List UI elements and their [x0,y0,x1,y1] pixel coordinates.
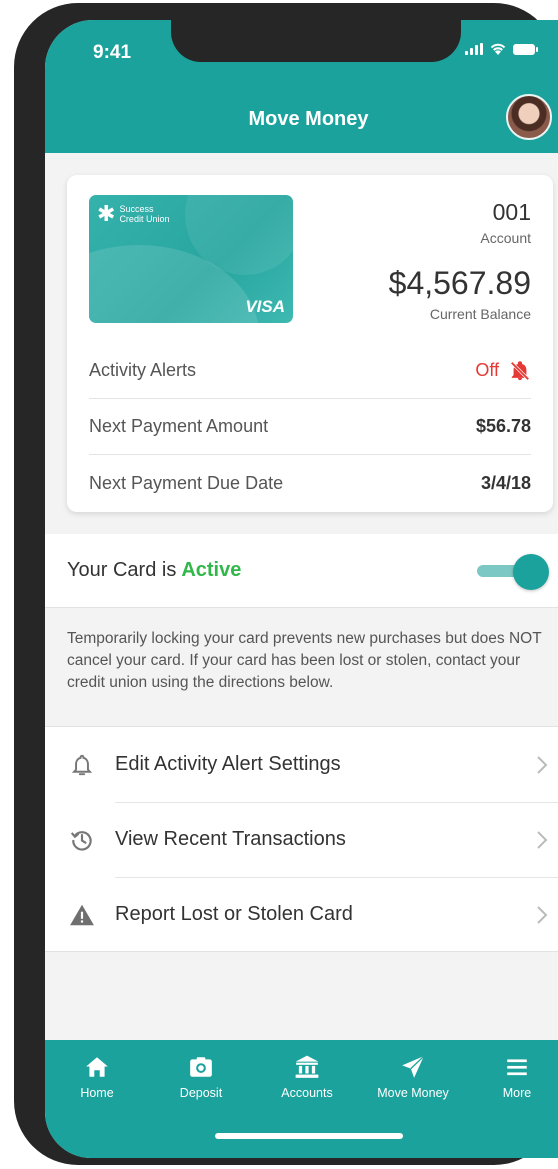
signal-icon [465,43,483,55]
card-status-state: Active [181,559,242,581]
send-icon [402,1055,425,1078]
activity-alerts-row[interactable]: Activity Alerts Off [89,343,531,399]
nav-label-accounts: Accounts [281,1086,333,1100]
nav-label-move-money: Move Money [377,1086,449,1100]
chevron-right-icon [537,830,548,849]
credit-union-logo: ✱ Success Credit Union [97,203,169,225]
home-indicator[interactable] [215,1133,403,1139]
star-logo-icon: ✱ [97,201,116,226]
nav-move-money[interactable]: Move Money [363,1054,463,1100]
account-number: 001 [492,199,531,225]
nav-label-home: Home [80,1086,114,1100]
menu-item-recent-transactions[interactable]: View Recent Transactions [45,802,558,877]
wifi-icon [490,43,506,55]
battery-icon [513,43,538,55]
history-icon [70,830,92,851]
bank-icon [295,1055,319,1078]
nav-home[interactable]: Home [47,1054,147,1100]
device-notch [171,20,461,62]
bell-off-icon [510,360,530,380]
menu-item-report-lost-card[interactable]: Report Lost or Stolen Card [45,877,558,952]
avatar[interactable] [506,94,552,140]
app-screen: 9:41 Move Money ✱ Success Credit Union V… [45,20,558,1158]
nav-accounts[interactable]: Accounts [257,1054,357,1100]
chevron-right-icon [537,905,548,924]
menu-label-recent-transactions: View Recent Transactions [115,828,346,850]
card-network-logo: VISA [245,297,285,316]
card-actions-menu: Edit Activity Alert Settings View Recent… [45,726,558,952]
next-payment-due-row: Next Payment Due Date 3/4/18 [89,455,531,511]
brand-line-2: Credit Union [119,214,170,224]
menu-item-edit-alerts[interactable]: Edit Activity Alert Settings [45,727,558,802]
nav-label-more: More [502,1086,532,1100]
next-payment-amount-value: $56.78 [475,416,531,436]
activity-alerts-value: Off [475,360,499,380]
current-balance: $4,567.89 [388,265,531,301]
menu-icon [507,1059,527,1076]
credit-card-image: ✱ Success Credit Union VISA [89,195,293,323]
bell-icon [71,754,93,775]
nav-label-deposit: Deposit [179,1086,223,1100]
card-status-prefix: Your Card is [67,559,177,581]
nav-more[interactable]: More [467,1054,558,1100]
activity-alerts-label: Activity Alerts [89,360,197,380]
home-icon [86,1057,108,1077]
toggle-knob [513,554,549,590]
balance-label: Current Balance [429,306,531,322]
card-status-row: Your Card is Active [45,534,558,608]
page-title: Move Money [248,108,369,130]
nav-deposit[interactable]: Deposit [151,1054,251,1100]
next-payment-amount-label: Next Payment Amount [89,416,269,436]
warning-icon [70,904,94,925]
menu-label-edit-alerts: Edit Activity Alert Settings [115,753,341,775]
menu-label-report-lost-card: Report Lost or Stolen Card [115,903,353,925]
card-lock-toggle[interactable] [477,554,549,590]
next-payment-due-label: Next Payment Due Date [89,472,284,493]
camera-icon [190,1057,212,1077]
brand-line-1: Success [119,204,154,214]
next-payment-due-value: 3/4/18 [480,472,531,493]
account-label: Account [480,230,531,246]
next-payment-amount-row: Next Payment Amount $56.78 [89,399,531,455]
status-time: 9:41 [93,42,132,63]
chevron-right-icon [537,755,548,774]
phone-frame: 9:41 Move Money ✱ Success Credit Union V… [14,3,558,1165]
card-summary-panel: ✱ Success Credit Union VISA 001 Account … [67,175,553,512]
bottom-navigation: Home Deposit Accounts Move Money More [45,1040,558,1158]
card-lock-info-text: Temporarily locking your card prevents n… [67,630,542,691]
status-icons [465,42,538,56]
